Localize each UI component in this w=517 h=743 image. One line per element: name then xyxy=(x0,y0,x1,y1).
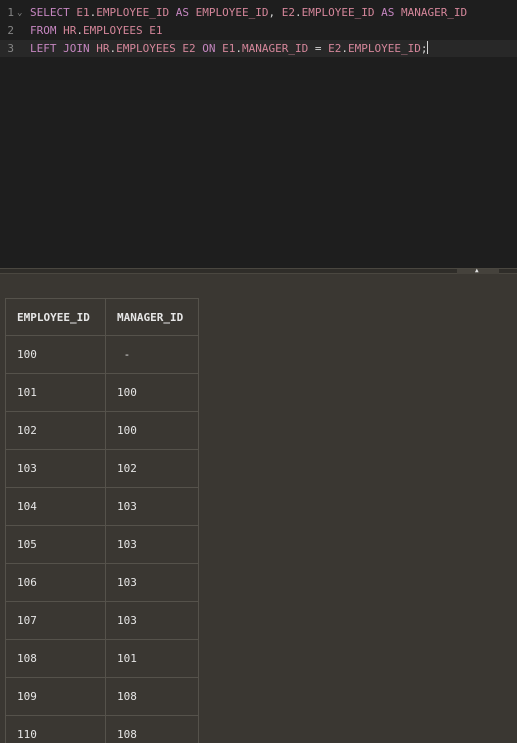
cell-employee-id[interactable]: 100 xyxy=(5,335,106,374)
line-number: 3 xyxy=(7,42,14,55)
code-token: JOIN xyxy=(63,42,90,55)
cell-employee-id[interactable]: 105 xyxy=(5,525,106,564)
table-row[interactable]: 105 103 xyxy=(5,525,199,564)
table-row[interactable]: 110 108 xyxy=(5,715,199,743)
code-token: SELECT xyxy=(30,6,70,19)
table-row[interactable]: 106 103 xyxy=(5,563,199,602)
cell-manager-id[interactable]: 103 xyxy=(105,601,199,640)
line-number: 1 xyxy=(7,6,14,19)
code-token: E1 xyxy=(149,24,163,37)
code-token: EMPLOYEES xyxy=(116,42,176,55)
code-text[interactable]: SELECT E1.EMPLOYEE_ID AS EMPLOYEE_ID, E2… xyxy=(30,4,467,21)
code-line[interactable]: 1 ⌄ SELECT E1.EMPLOYEE_ID AS EMPLOYEE_ID, … xyxy=(0,4,517,21)
code-token: MANAGER_ID xyxy=(241,42,309,55)
code-token: E2 xyxy=(281,6,295,19)
code-line[interactable]: 3 LEFT JOIN HR.EMPLOYEES E2 ON E1.MANAGER… xyxy=(0,40,517,57)
cell-employee-id[interactable]: 106 xyxy=(5,563,106,602)
table-row[interactable]: 107 103 xyxy=(5,601,199,640)
code-token: ; xyxy=(420,42,428,55)
cell-employee-id[interactable]: 110 xyxy=(5,715,106,743)
table-row[interactable]: 100 - xyxy=(5,335,199,374)
code-token: HR xyxy=(96,42,110,55)
table-row[interactable]: 102 100 xyxy=(5,411,199,450)
code-token: = xyxy=(308,42,329,55)
code-token: EMPLOYEE_ID xyxy=(301,6,375,19)
table-row[interactable]: 108 101 xyxy=(5,639,199,678)
cell-employee-id[interactable]: 101 xyxy=(5,373,106,412)
cell-manager-id[interactable]: 103 xyxy=(105,487,199,526)
code-token: EMPLOYEE_ID xyxy=(195,6,269,19)
cell-manager-id[interactable]: 108 xyxy=(105,677,199,716)
code-token: LEFT xyxy=(30,42,57,55)
cell-employee-id[interactable]: 103 xyxy=(5,449,106,488)
cell-manager-id[interactable]: - xyxy=(105,335,199,374)
code-token: AS xyxy=(175,6,189,19)
code-token: HR xyxy=(63,24,77,37)
table-row[interactable]: 109 108 xyxy=(5,677,199,716)
code-token: EMPLOYEE_ID xyxy=(347,42,421,55)
table-row[interactable]: 103 102 xyxy=(5,449,199,488)
cell-manager-id[interactable]: 100 xyxy=(105,373,199,412)
collapse-arrow-icon[interactable]: ▲ xyxy=(475,267,479,274)
cell-manager-id[interactable]: 102 xyxy=(105,449,199,488)
chevron-down-icon[interactable]: ⌄ xyxy=(17,5,22,22)
cell-manager-id[interactable]: 108 xyxy=(105,715,199,743)
line-number: 2 xyxy=(7,24,14,37)
code-token: MANAGER_ID xyxy=(400,6,468,19)
code-line[interactable]: 2 FROM HR.EMPLOYEES E1 xyxy=(0,22,517,39)
cell-employee-id[interactable]: 104 xyxy=(5,487,106,526)
code-token: E1 xyxy=(76,6,90,19)
code-token: . xyxy=(341,42,348,55)
table-row[interactable]: 104 103 xyxy=(5,487,199,526)
code-token: EMPLOYEES xyxy=(83,24,143,37)
code-token: E2 xyxy=(182,42,196,55)
code-token: AS xyxy=(381,6,395,19)
cell-manager-id[interactable]: 103 xyxy=(105,525,199,564)
code-token: E2 xyxy=(328,42,342,55)
column-header-employee-id[interactable]: EMPLOYEE_ID xyxy=(5,298,106,336)
column-header-manager-id[interactable]: MANAGER_ID xyxy=(105,298,199,336)
cell-manager-id[interactable]: 103 xyxy=(105,563,199,602)
code-text[interactable]: LEFT JOIN HR.EMPLOYEES E2 ON E1.MANAGER_… xyxy=(30,40,429,57)
code-token: FROM xyxy=(30,24,57,37)
code-token: . xyxy=(76,24,83,37)
cell-manager-id[interactable]: 100 xyxy=(105,411,199,450)
code-token: . xyxy=(294,6,302,19)
header-row: EMPLOYEE_ID MANAGER_ID xyxy=(5,298,199,336)
cell-manager-id[interactable]: 101 xyxy=(105,639,199,678)
sql-editor[interactable]: 1 ⌄ SELECT E1.EMPLOYEE_ID AS EMPLOYEE_ID, … xyxy=(0,0,517,268)
code-token: . xyxy=(235,42,242,55)
cell-employee-id[interactable]: 107 xyxy=(5,601,106,640)
code-text[interactable]: FROM HR.EMPLOYEES E1 xyxy=(30,22,162,39)
code-token: E1 xyxy=(222,42,236,55)
results-panel: EMPLOYEE_ID MANAGER_ID 100 -101 100 102 100… xyxy=(0,274,517,743)
table-row[interactable]: 101 100 xyxy=(5,373,199,412)
cell-employee-id[interactable]: 108 xyxy=(5,639,106,678)
cell-employee-id[interactable]: 102 xyxy=(5,411,106,450)
code-token: EMPLOYEE_ID xyxy=(96,6,170,19)
code-token: ON xyxy=(202,42,216,55)
cell-employee-id[interactable]: 109 xyxy=(5,677,106,716)
text-cursor xyxy=(427,41,429,54)
results-table: EMPLOYEE_ID MANAGER_ID 100 -101 100 102 100… xyxy=(5,298,199,743)
code-token: , xyxy=(268,6,282,19)
